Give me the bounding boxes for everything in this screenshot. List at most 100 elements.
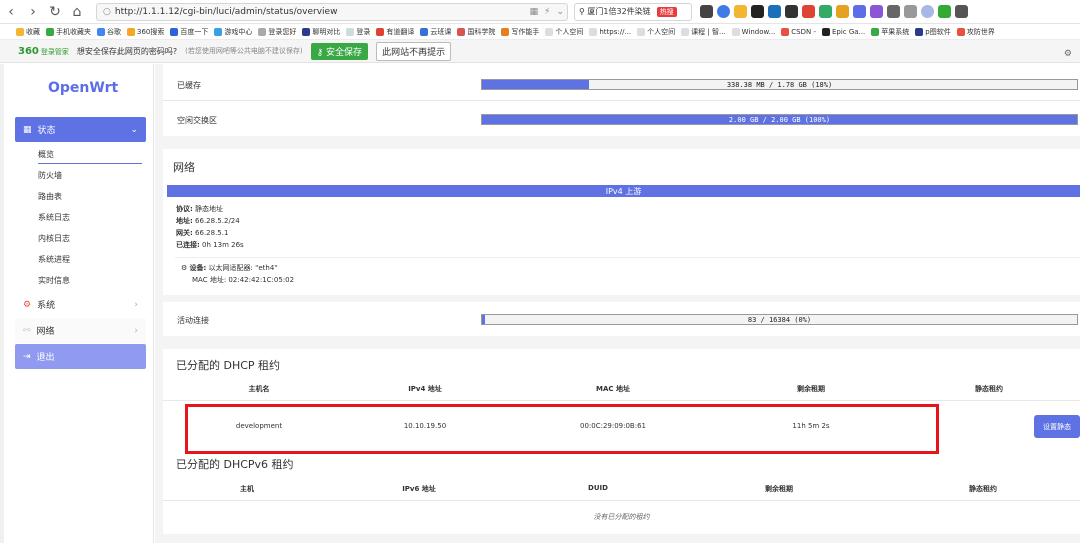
dhcp-header-mac: MAC 地址 <box>596 385 630 393</box>
device-line: ⚙ 设备: 以太网适配器: "eth4" <box>181 264 278 272</box>
sidebar-item-logout[interactable]: ⇥ 退出 <box>15 344 146 369</box>
extension-icon[interactable] <box>734 5 747 18</box>
bookmark-item[interactable]: 登录您好 <box>258 27 296 37</box>
password-hint: (若您使用网吧等公共电脑不建议保存) <box>185 47 303 55</box>
browser-toolbar: ‹ › ↻ ⌂ ○ http://1.1.1.12/cgi-bin/luci/a… <box>0 0 1080 24</box>
sidebar-sub-firewall[interactable]: 防火墙 <box>38 170 62 181</box>
password-save-bar: 360 登录管家 想安全保存此网页的密码吗? (若您使用网吧等公共电脑不建议保存)… <box>0 40 1080 63</box>
sidebar: OpenWrt ▦ 状态 ⌄ 概览 防火墙 路由表 系统日志 内核日志 系统进程… <box>4 64 154 543</box>
dhcp-header-static: 静态租约 <box>975 385 1003 393</box>
browser-chrome: ‹ › ↻ ⌂ ○ http://1.1.1.12/cgi-bin/luci/a… <box>0 0 1080 64</box>
extension-icon[interactable] <box>717 5 730 18</box>
sidebar-sub-overview[interactable]: 概览 <box>38 149 142 164</box>
bookmark-item[interactable]: 游戏中心 <box>214 27 252 37</box>
connected-line: 已连接: 0h 13m 26s <box>176 241 244 249</box>
set-static-button[interactable]: 设置静态 <box>1034 415 1080 438</box>
extension-icon[interactable] <box>819 5 832 18</box>
free-swap-label: 空闲交换区 <box>177 116 217 125</box>
home-icon[interactable]: ⌂ <box>66 0 88 24</box>
dhcp-cell-lease: 11h 5m 2s <box>792 422 830 430</box>
bookmark-item[interactable]: 个人空间 <box>637 27 675 37</box>
never-prompt-button[interactable]: 此网站不再提示 <box>376 41 452 61</box>
logout-icon: ⇥ <box>23 351 31 362</box>
bookmark-item[interactable]: CSDN - <box>781 27 816 36</box>
cached-progress-bar: 338.38 MB / 1.78 GB (18%) <box>481 79 1078 90</box>
bookmark-item[interactable]: p图软件 <box>915 27 951 37</box>
bookmark-item[interactable]: 有道翻译 <box>376 27 414 37</box>
dhcp-cell-mac: 00:0C:29:09:0B:61 <box>579 422 647 430</box>
extension-icon[interactable] <box>785 5 798 18</box>
site-info-icon[interactable]: ○ <box>103 7 111 17</box>
openwrt-logo[interactable]: OpenWrt <box>48 80 118 96</box>
sidebar-item-status[interactable]: ▦ 状态 ⌄ <box>15 117 146 142</box>
bookmark-item[interactable]: 手机收藏夹 <box>46 27 91 37</box>
sidebar-sub-realtime[interactable]: 实时信息 <box>38 275 70 286</box>
search-text: 厦门1倍32件染链 <box>587 7 651 16</box>
bookmark-item[interactable]: 聊明对比 <box>302 27 340 37</box>
bookmark-item[interactable]: 登录 <box>346 27 370 37</box>
battery-icon[interactable] <box>938 5 951 18</box>
gear-icon[interactable]: ⚙ <box>1064 49 1072 59</box>
bookmark-item[interactable]: 攻防世界 <box>956 27 995 37</box>
bookmark-item[interactable]: 写作能手 <box>501 27 539 37</box>
connections-progress-bar: 83 / 16384 (0%) <box>481 314 1078 325</box>
sidebar-item-system[interactable]: ⚙ 系统 › <box>15 292 146 317</box>
chevron-down-icon: ⌄ <box>130 124 138 135</box>
scissors-icon[interactable] <box>887 5 900 18</box>
safe-save-button[interactable]: ⚷ 安全保存 <box>310 42 369 60</box>
extension-icon[interactable] <box>853 5 866 18</box>
network-card: 网络 IPv4 上游 协议: 静态地址 地址: 66.28.5.2/24 网关:… <box>163 149 1080 295</box>
grid-icon[interactable]: ▦ <box>527 7 542 17</box>
bookmark-item[interactable]: 云班课 <box>420 27 451 37</box>
divider <box>163 100 1080 101</box>
ethernet-icon: ⚙ <box>181 264 188 272</box>
chevron-down-icon[interactable]: ⌄ <box>553 7 567 17</box>
dhcpv6-header-duid: DUID <box>588 484 608 492</box>
reload-icon[interactable]: ↻ <box>44 0 66 24</box>
bookmark-item[interactable]: Window... <box>731 27 775 36</box>
forward-icon[interactable]: › <box>22 0 44 24</box>
sidebar-item-network[interactable]: ⚯ 网络 › <box>15 318 146 343</box>
bookmarks-bar: 收藏 手机收藏夹 谷歌 360搜索 百度一下 游戏中心 登录您好 聊明对比 登录… <box>0 24 1080 40</box>
sidebar-item-label: 系统 <box>37 301 56 311</box>
bookmark-item[interactable]: 360搜索 <box>127 27 164 37</box>
bookmark-item[interactable]: https://... <box>589 27 631 36</box>
address-bar[interactable]: ○ http://1.1.1.12/cgi-bin/luci/admin/sta… <box>96 2 568 21</box>
apps-grid-icon[interactable] <box>904 5 917 18</box>
extension-icon[interactable] <box>700 5 713 18</box>
bookmark-item[interactable]: 苹果系统 <box>871 27 909 37</box>
search-box[interactable]: ⚲ 厦门1倍32件染链 热搜 <box>574 2 692 21</box>
extension-icon[interactable] <box>870 5 883 18</box>
extension-icon[interactable] <box>836 5 849 18</box>
back-icon[interactable]: ‹ <box>0 0 22 24</box>
sidebar-sub-routes[interactable]: 路由表 <box>38 191 62 202</box>
sidebar-sub-kernel-log[interactable]: 内核日志 <box>38 233 70 244</box>
bookmark-item[interactable]: Epic Ga... <box>822 27 865 36</box>
connections-card: 活动连接 83 / 16384 (0%) <box>163 302 1080 336</box>
extension-icon[interactable] <box>768 5 781 18</box>
extension-icon[interactable] <box>751 5 764 18</box>
dashboard-icon: ▦ <box>23 124 32 135</box>
bookmark-item[interactable]: 谷歌 <box>97 27 121 37</box>
dhcp-cell-ipv4: 10.10.19.50 <box>403 422 447 430</box>
undo-icon[interactable] <box>955 5 968 18</box>
network-icon: ⚯ <box>23 325 31 336</box>
search-icon: ⚲ <box>579 7 588 16</box>
bookmark-item[interactable]: 课程 | 智... <box>681 27 726 37</box>
sidebar-item-label: 退出 <box>36 353 55 363</box>
dhcp-header-ipv4: IPv4 地址 <box>408 385 442 393</box>
sidebar-sub-syslog[interactable]: 系统日志 <box>38 212 70 223</box>
lightning-icon[interactable]: ⚡ <box>541 7 553 17</box>
bookmark-item[interactable]: 收藏 <box>16 27 40 37</box>
sidebar-item-label: 状态 <box>37 126 56 136</box>
extension-icon[interactable] <box>802 5 815 18</box>
cached-value: 338.38 MB / 1.78 GB (18%) <box>726 80 833 89</box>
dhcpv6-header-ipv6: IPv6 地址 <box>402 485 436 493</box>
sidebar-sub-processes[interactable]: 系统进程 <box>38 254 70 265</box>
bookmark-item[interactable]: 个人空间 <box>545 27 583 37</box>
password-question: 想安全保存此网页的密码吗? <box>76 46 178 56</box>
bookmark-item[interactable]: 百度一下 <box>170 27 208 37</box>
bookmark-item[interactable]: 国科学院 <box>457 27 495 37</box>
dhcp-cell-host: development <box>235 422 283 430</box>
brightness-icon[interactable] <box>921 5 934 18</box>
